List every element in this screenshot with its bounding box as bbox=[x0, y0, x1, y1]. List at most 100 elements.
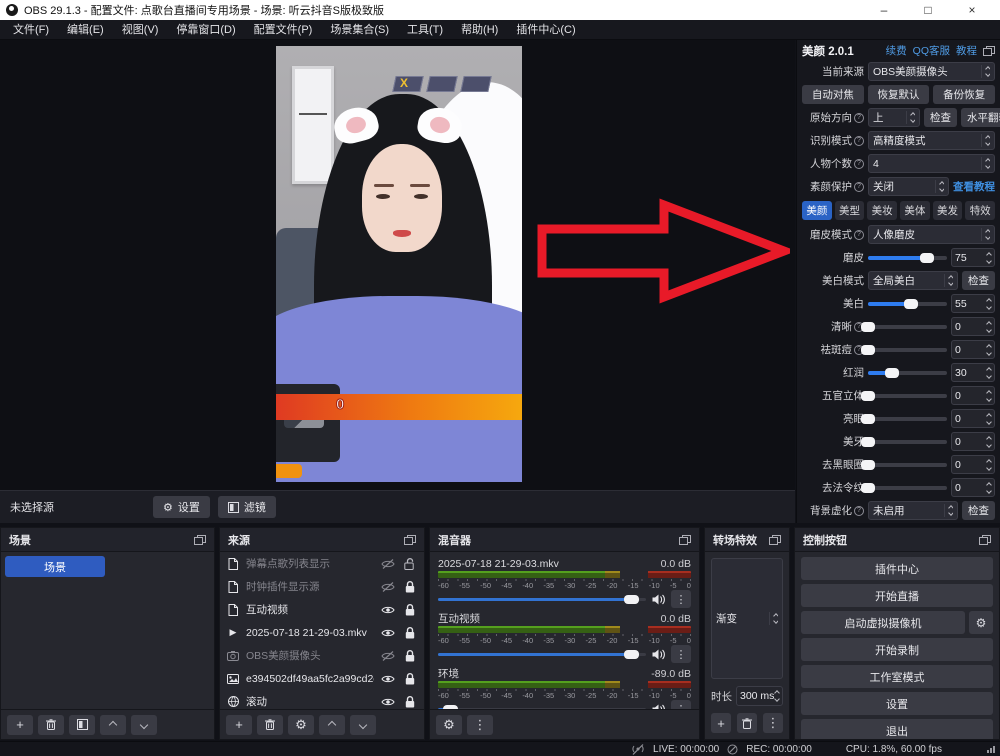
beauty-slider[interactable] bbox=[868, 366, 947, 380]
slider-handle[interactable] bbox=[885, 368, 899, 378]
slider-value-spinbox[interactable]: 0 bbox=[951, 340, 995, 359]
source-list-item[interactable]: ▶ e394502df49aa5fc2a99cd2e7c bbox=[220, 667, 424, 690]
beauty-link[interactable]: QQ客服 bbox=[913, 43, 950, 58]
slider-handle[interactable] bbox=[861, 460, 875, 470]
scene-list-item[interactable]: 场景 bbox=[5, 556, 105, 577]
visibility-toggle[interactable] bbox=[380, 651, 396, 661]
mixer-menu-button[interactable]: ⋮ bbox=[467, 715, 493, 735]
move-source-up-button[interactable] bbox=[319, 715, 345, 735]
source-settings-button[interactable]: ⚙ 设置 bbox=[153, 496, 210, 518]
menu-item[interactable]: 插件中心(C) bbox=[507, 20, 584, 40]
popout-icon[interactable] bbox=[983, 46, 995, 56]
lock-toggle[interactable] bbox=[402, 673, 418, 685]
bg-blur-check-button[interactable]: 检查 bbox=[962, 501, 995, 520]
view-tutorial-link[interactable]: 查看教程 bbox=[953, 179, 995, 194]
smooth-mode-dropdown[interactable]: 人像磨皮 bbox=[868, 225, 995, 244]
source-list-item[interactable]: ▶ 互动视频 bbox=[220, 598, 424, 621]
menu-item[interactable]: 编辑(E) bbox=[58, 20, 113, 40]
slider-handle[interactable] bbox=[861, 345, 875, 355]
beauty-tab[interactable]: 美型 bbox=[835, 201, 865, 220]
visibility-toggle[interactable] bbox=[380, 628, 396, 638]
lock-toggle[interactable] bbox=[402, 650, 418, 662]
visibility-toggle[interactable] bbox=[380, 582, 396, 592]
help-icon[interactable]: ? bbox=[854, 230, 864, 240]
transition-duration-spinbox[interactable]: 300 ms bbox=[736, 686, 783, 706]
source-list-item[interactable]: ▶ 2025-07-18 21-29-03.mkv bbox=[220, 621, 424, 644]
add-transition-button[interactable]: + bbox=[711, 713, 731, 733]
slider-handle[interactable] bbox=[861, 437, 875, 447]
detect-mode-dropdown[interactable]: 高精度模式 bbox=[868, 131, 995, 150]
beauty-tab[interactable]: 美颜 bbox=[802, 201, 832, 220]
slider-value-spinbox[interactable]: 0 bbox=[951, 455, 995, 474]
help-icon[interactable]: ? bbox=[854, 159, 864, 169]
slider-value-spinbox[interactable]: 0 bbox=[951, 409, 995, 428]
preview-video[interactable]: 0 X bbox=[276, 46, 522, 482]
volume-fader[interactable] bbox=[438, 592, 646, 606]
current-source-dropdown[interactable]: OBS美颜摄像头 bbox=[868, 62, 995, 81]
lock-toggle[interactable] bbox=[402, 558, 418, 570]
popout-icon[interactable] bbox=[194, 535, 206, 545]
slider-value-spinbox[interactable]: 0 bbox=[951, 478, 995, 497]
beauty-action-button[interactable]: 自动对焦 bbox=[802, 85, 864, 104]
transition-type-dropdown[interactable]: 渐变 bbox=[711, 558, 783, 679]
move-scene-up-button[interactable] bbox=[100, 715, 126, 735]
help-icon[interactable]: ? bbox=[854, 506, 864, 516]
advanced-audio-button[interactable]: ⚙ bbox=[436, 715, 462, 735]
remove-scene-button[interactable] bbox=[38, 715, 64, 735]
control-button[interactable]: 启动虚拟摄像机 bbox=[801, 611, 965, 634]
beauty-link[interactable]: 续费 bbox=[886, 43, 907, 58]
fader-handle[interactable] bbox=[624, 595, 639, 604]
visibility-toggle[interactable] bbox=[380, 605, 396, 615]
slider-handle[interactable] bbox=[861, 391, 875, 401]
bg-blur-dropdown[interactable]: 未启用 bbox=[868, 501, 958, 520]
menu-item[interactable]: 场景集合(S) bbox=[321, 20, 398, 40]
source-list-item[interactable]: ▶ 滚动 bbox=[220, 690, 424, 709]
slider-value-spinbox[interactable]: 0 bbox=[951, 432, 995, 451]
beauty-slider[interactable] bbox=[868, 481, 947, 495]
menu-item[interactable]: 视图(V) bbox=[113, 20, 168, 40]
beauty-slider[interactable] bbox=[868, 412, 947, 426]
slider-handle[interactable] bbox=[861, 483, 875, 493]
beauty-tab[interactable]: 美体 bbox=[900, 201, 930, 220]
move-source-down-button[interactable] bbox=[350, 715, 376, 735]
beauty-slider[interactable] bbox=[868, 251, 947, 265]
source-filters-button[interactable]: 滤镜 bbox=[218, 496, 276, 518]
menu-item[interactable]: 工具(T) bbox=[398, 20, 452, 40]
beauty-slider[interactable] bbox=[868, 435, 947, 449]
beauty-action-button[interactable]: 恢复默认 bbox=[868, 85, 930, 104]
speaker-icon[interactable] bbox=[652, 594, 665, 605]
source-properties-button[interactable]: ⚙ bbox=[288, 715, 314, 735]
source-list-item[interactable]: ▶ OBS美颜摄像头 bbox=[220, 644, 424, 667]
slider-value-spinbox[interactable]: 30 bbox=[951, 363, 995, 382]
control-button[interactable]: 开始直播 bbox=[801, 584, 993, 607]
beauty-slider[interactable] bbox=[868, 297, 947, 311]
popout-icon[interactable] bbox=[679, 535, 691, 545]
source-list-item[interactable]: ▶ 弹幕点歌列表显示 bbox=[220, 552, 424, 575]
menu-item[interactable]: 停靠窗口(D) bbox=[167, 20, 244, 40]
beauty-slider[interactable] bbox=[868, 343, 947, 357]
remove-transition-button[interactable] bbox=[737, 713, 757, 733]
control-button[interactable]: 工作室模式 bbox=[801, 665, 993, 688]
popout-icon[interactable] bbox=[979, 535, 991, 545]
slider-value-spinbox[interactable]: 0 bbox=[951, 386, 995, 405]
menu-item[interactable]: 文件(F) bbox=[4, 20, 58, 40]
visibility-toggle[interactable] bbox=[380, 559, 396, 569]
volume-fader[interactable] bbox=[438, 647, 646, 661]
lock-toggle[interactable] bbox=[402, 696, 418, 708]
control-button[interactable]: 设置 bbox=[801, 692, 993, 715]
lock-toggle[interactable] bbox=[402, 581, 418, 593]
white-mode-check-button[interactable]: 检查 bbox=[962, 271, 995, 290]
maximize-button[interactable]: □ bbox=[906, 0, 950, 20]
move-scene-down-button[interactable] bbox=[131, 715, 157, 735]
orientation-check-button[interactable]: 检查 bbox=[924, 108, 957, 127]
help-icon[interactable]: ? bbox=[854, 113, 864, 123]
lock-toggle[interactable] bbox=[402, 604, 418, 616]
fader-handle[interactable] bbox=[443, 705, 458, 710]
volume-fader[interactable] bbox=[438, 702, 646, 709]
beauty-slider[interactable] bbox=[868, 458, 947, 472]
slider-handle[interactable] bbox=[920, 253, 934, 263]
popout-icon[interactable] bbox=[769, 535, 781, 545]
slider-handle[interactable] bbox=[861, 414, 875, 424]
minimize-button[interactable]: – bbox=[862, 0, 906, 20]
beauty-slider[interactable] bbox=[868, 389, 947, 403]
